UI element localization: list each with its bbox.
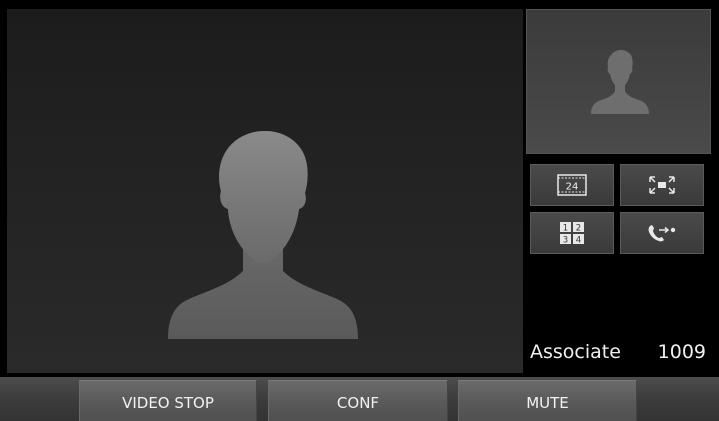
video-stop-button[interactable]: VIDEO STOP <box>79 380 257 421</box>
dialpad-digit: 1 <box>563 224 568 234</box>
dialpad-digit: 3 <box>563 236 568 246</box>
call-transfer-icon <box>648 225 676 242</box>
call-transfer-button[interactable] <box>620 212 704 254</box>
fullscreen-button[interactable] <box>620 164 704 206</box>
dialpad-digit: 4 <box>576 236 581 246</box>
video-call-screen: 24 1 2 3 4 Associate 1009 VIDEO STOP CON… <box>0 0 719 421</box>
frame-rate-label: 24 <box>566 182 579 193</box>
dialpad-digit: 2 <box>576 224 581 234</box>
frame-rate-button[interactable]: 24 <box>530 164 614 206</box>
caller-extension: 1009 <box>657 341 706 363</box>
mute-button[interactable]: MUTE <box>458 380 637 421</box>
dialpad-icon: 1 2 3 4 <box>560 222 584 246</box>
person-silhouette-icon <box>591 50 649 114</box>
conference-button[interactable]: CONF <box>268 380 448 421</box>
caller-name: Associate <box>530 341 621 363</box>
local-video-preview[interactable] <box>526 9 711 154</box>
dialpad-button[interactable]: 1 2 3 4 <box>530 212 614 254</box>
fullscreen-arrows-icon <box>649 176 675 194</box>
film-frame-icon: 24 <box>557 174 587 196</box>
person-silhouette-icon <box>168 131 358 339</box>
remote-video-area[interactable] <box>7 9 523 373</box>
